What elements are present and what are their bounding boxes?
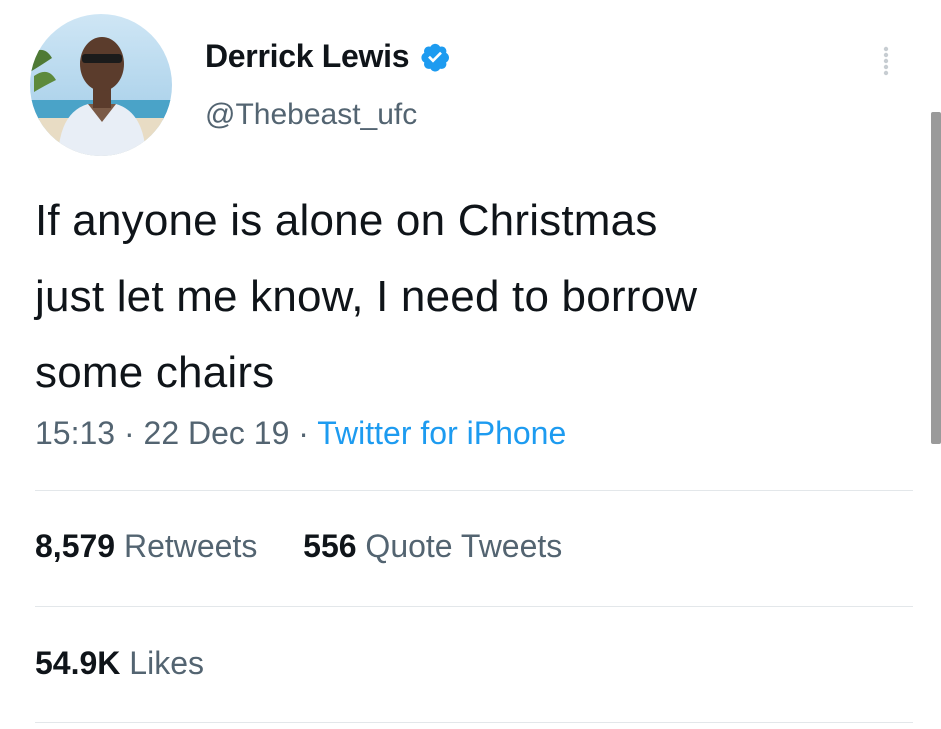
likes-count: 54.9K [35, 645, 121, 681]
author-handle[interactable]: @Thebeast_ufc [205, 98, 417, 132]
retweets-count: 8,579 [35, 528, 116, 564]
more-vertical-icon[interactable] [877, 42, 895, 78]
divider [35, 722, 913, 723]
engagement-stats-row: 8,579 Retweets 556 Quote Tweets [35, 528, 562, 565]
verified-badge-icon [419, 41, 451, 73]
meta-separator: · [123, 415, 135, 451]
divider [35, 606, 913, 607]
retweets-label: Retweets [123, 528, 258, 564]
likes-stats-row: 54.9K Likes [35, 645, 204, 682]
author-display-name[interactable]: Derrick Lewis [205, 38, 410, 75]
likes-label: Likes [129, 645, 204, 681]
meta-separator: · [298, 415, 309, 451]
quote-tweets-count: 556 [303, 528, 357, 564]
scrollbar[interactable] [931, 112, 941, 444]
author-name-row: Derrick Lewis [205, 38, 451, 75]
tweet-meta: 15:13 · 22 Dec 19 · Twitter for iPhone [35, 415, 566, 452]
tweet-card: Derrick Lewis @Thebeast_ufc If anyone is… [0, 0, 941, 729]
tweet-source-link[interactable]: Twitter for iPhone [317, 415, 566, 451]
divider [35, 490, 913, 491]
tweet-time[interactable]: 15:13 [35, 415, 115, 451]
tweet-date[interactable]: 22 Dec 19 [144, 415, 290, 451]
retweets-stat[interactable]: 8,579 Retweets [35, 528, 257, 565]
quote-tweets-stat[interactable]: 556 Quote Tweets [303, 528, 562, 565]
quote-tweets-label: Quote Tweets [365, 528, 563, 564]
avatar-image [30, 14, 172, 156]
likes-stat[interactable]: 54.9K Likes [35, 645, 204, 682]
avatar[interactable] [30, 14, 172, 156]
tweet-text: If anyone is alone on Christmas just let… [35, 196, 698, 397]
